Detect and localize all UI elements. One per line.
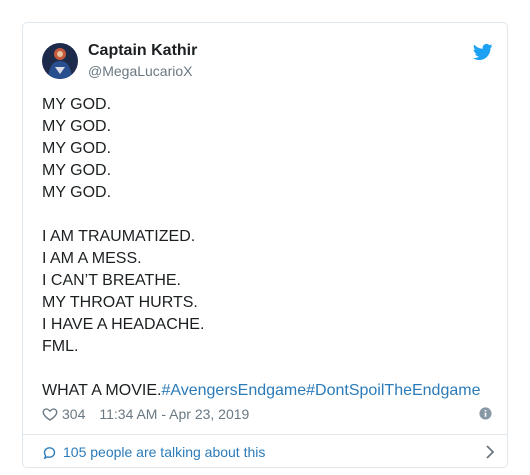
- divider: [23, 434, 507, 435]
- tweet-meta: 304 11:34 AM - Apr 23, 2019: [42, 404, 497, 424]
- info-icon[interactable]: [479, 407, 492, 420]
- conversation-link[interactable]: 105 people are talking about this: [42, 441, 497, 463]
- tweet-line: MY GOD.: [42, 162, 112, 179]
- author-handle[interactable]: @MegaLucarioX: [88, 63, 193, 79]
- tweet-line: MY GOD.: [42, 184, 112, 201]
- tweet-line: FML.: [42, 338, 79, 355]
- tweet-line: MY GOD.: [42, 96, 112, 113]
- chevron-right-icon[interactable]: [483, 444, 497, 460]
- tweet-line: MY GOD.: [42, 140, 112, 157]
- like-count[interactable]: 304: [62, 406, 85, 422]
- tweet-line: I AM TRAUMATIZED.: [42, 228, 196, 245]
- tweet-text: MY GOD. MY GOD. MY GOD. MY GOD. MY GOD. …: [42, 94, 497, 402]
- twitter-bird-icon[interactable]: [473, 42, 493, 62]
- hashtag-link[interactable]: #AvengersEndgame: [161, 382, 306, 399]
- tweet-line: I AM A MESS.: [42, 250, 142, 267]
- speech-bubble-icon: [43, 446, 56, 459]
- author-name[interactable]: Captain Kathir: [88, 42, 197, 60]
- tweet-line: I HAVE A HEADACHE.: [42, 316, 205, 333]
- timestamp[interactable]: 11:34 AM - Apr 23, 2019: [99, 406, 249, 422]
- conversation-text: 105 people are talking about this: [63, 444, 266, 460]
- avatar[interactable]: [42, 43, 78, 79]
- hashtag-link[interactable]: #DontSpoilTheEndgame: [306, 382, 480, 399]
- tweet-line: I CAN’T BREATHE.: [42, 272, 181, 289]
- tweet-line: MY GOD.: [42, 118, 112, 135]
- embedded-tweet-card: Captain Kathir @MegaLucarioX MY GOD. MY …: [22, 22, 508, 468]
- heart-icon[interactable]: [42, 406, 58, 422]
- tweet-line-last: WHAT A MOVIE.#AvengersEndgame#DontSpoilT…: [42, 380, 497, 402]
- tweet-line: MY THROAT HURTS.: [42, 294, 198, 311]
- tweet-line-text: WHAT A MOVIE.: [42, 382, 162, 399]
